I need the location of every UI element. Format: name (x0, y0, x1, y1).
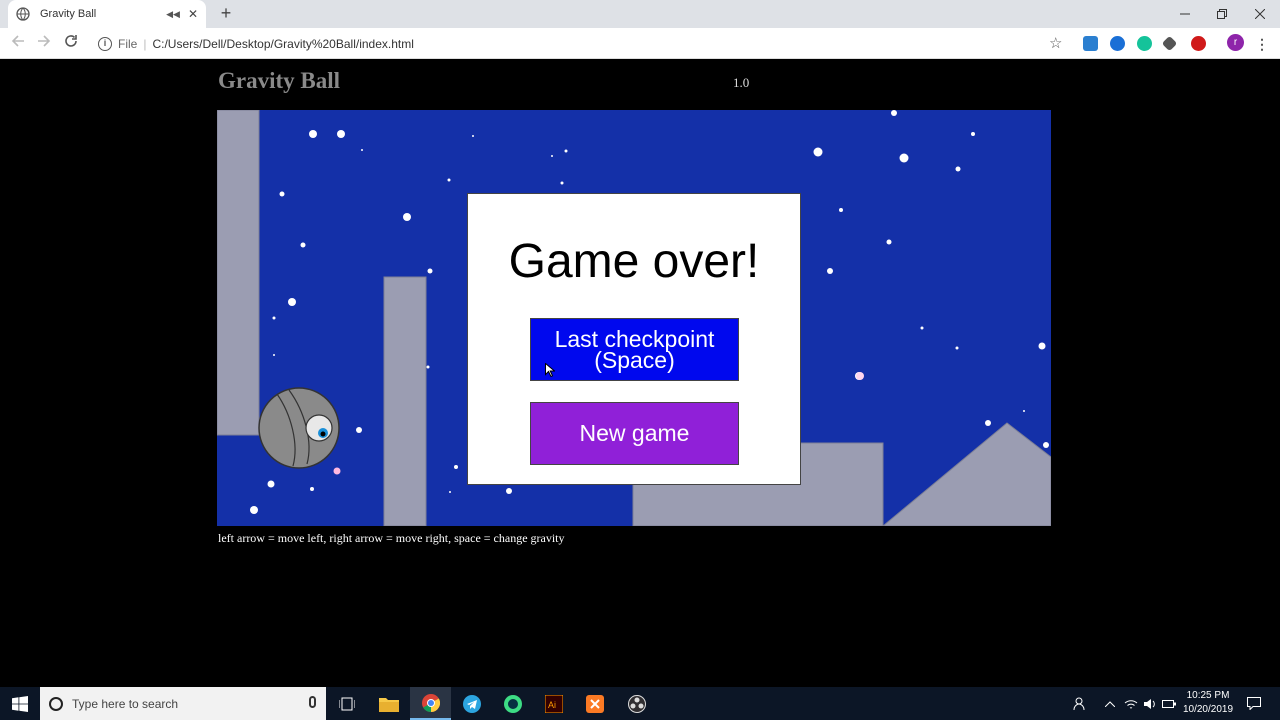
browser-toolbar: i File | C:/Users/Dell/Desktop/Gravity%2… (0, 28, 1280, 59)
obs-icon[interactable] (616, 687, 657, 720)
android-studio-icon[interactable] (492, 687, 533, 720)
close-icon (1255, 9, 1265, 19)
extension-1-icon[interactable] (1083, 36, 1098, 51)
tab-title: Gravity Ball (40, 8, 97, 20)
taskbar: Type here to search Ai 10:25 PM 10/20/20… (0, 687, 1280, 720)
close-window-button[interactable] (1237, 0, 1280, 28)
version-label: 1.0 (733, 75, 750, 90)
cortana-icon (49, 696, 63, 711)
back-arrow-icon (11, 35, 24, 47)
restore-icon (1217, 9, 1227, 19)
forward-button[interactable] (33, 33, 55, 55)
reload-button[interactable] (60, 33, 82, 55)
close-tab-icon[interactable]: ✕ (188, 7, 198, 21)
tab-bar: Gravity Ball ◀◀ ✕ + (0, 0, 1280, 28)
microphone-icon[interactable] (309, 696, 316, 708)
back-button[interactable] (7, 33, 29, 55)
wifi-icon[interactable] (1121, 687, 1141, 720)
new-tab-button[interactable]: + (216, 3, 236, 23)
taskbar-search[interactable]: Type here to search (40, 687, 326, 720)
profile-avatar[interactable]: r (1227, 34, 1244, 51)
file-explorer-icon[interactable] (368, 687, 409, 720)
speaker-icon[interactable]: ◀◀ (166, 9, 180, 20)
clock-time: 10:25 PM (1186, 690, 1230, 701)
game-over-heading: Game over! (508, 235, 760, 288)
mouse-cursor-icon (545, 363, 555, 377)
forward-arrow-icon (38, 35, 51, 47)
ramp (882, 422, 1051, 526)
controls-instructions: left arrow = move left, right arrow = mo… (218, 531, 565, 545)
menu-kebab-icon[interactable]: ⋮ (1251, 33, 1273, 55)
grammarly-icon[interactable] (1137, 36, 1152, 51)
extension-4-icon[interactable] (1161, 35, 1178, 52)
url-divider: | (143, 36, 147, 51)
last-checkpoint-button[interactable]: Last checkpoint (Space) (530, 318, 739, 381)
pink-star (856, 372, 864, 380)
game-over-dialog: Game over! Last checkpoint (Space) New g… (467, 193, 801, 485)
globe-icon (16, 7, 30, 21)
reload-icon (65, 35, 77, 47)
extension-5-icon[interactable] (1191, 36, 1206, 51)
clock-date: 10/20/2019 (1182, 704, 1234, 715)
url-scheme: File (118, 36, 138, 51)
action-center-icon[interactable] (1243, 687, 1265, 720)
screen: Gravity Ball ◀◀ ✕ + i File | C:/Users/De… (0, 0, 1280, 720)
info-icon[interactable]: i (98, 36, 112, 51)
address-bar[interactable]: i File | C:/Users/Dell/Desktop/Gravity%2… (92, 32, 1076, 55)
illustrator-icon[interactable]: Ai (533, 687, 574, 720)
minimize-icon (1180, 13, 1190, 15)
extension-2-icon[interactable] (1110, 36, 1125, 51)
search-placeholder: Type here to search (72, 696, 179, 711)
show-hidden-icons-chevron-icon[interactable] (1100, 687, 1120, 720)
player-ball (258, 387, 340, 469)
url-text: C:/Users/Dell/Desktop/Gravity%20Ball/ind… (152, 36, 414, 51)
pillar (383, 276, 427, 526)
page-title: Gravity Ball (218, 68, 341, 93)
people-icon[interactable] (1070, 687, 1090, 720)
volume-icon[interactable] (1140, 687, 1160, 720)
left-wall (217, 110, 260, 436)
system-clock[interactable]: 10:25 PM 10/20/2019 (1172, 689, 1244, 717)
xampp-icon[interactable] (574, 687, 615, 720)
start-button[interactable] (0, 687, 40, 720)
browser-tab[interactable]: Gravity Ball ◀◀ ✕ (8, 0, 206, 28)
svg-text:Ai: Ai (548, 700, 556, 710)
pink-star (333, 467, 341, 475)
task-view-icon[interactable] (326, 687, 367, 720)
telegram-icon[interactable] (451, 687, 492, 720)
new-game-button[interactable]: New game (530, 402, 739, 465)
chrome-icon[interactable] (410, 687, 451, 720)
bookmark-star-icon[interactable]: ☆ (1049, 34, 1062, 52)
windows-logo-icon (12, 695, 28, 712)
